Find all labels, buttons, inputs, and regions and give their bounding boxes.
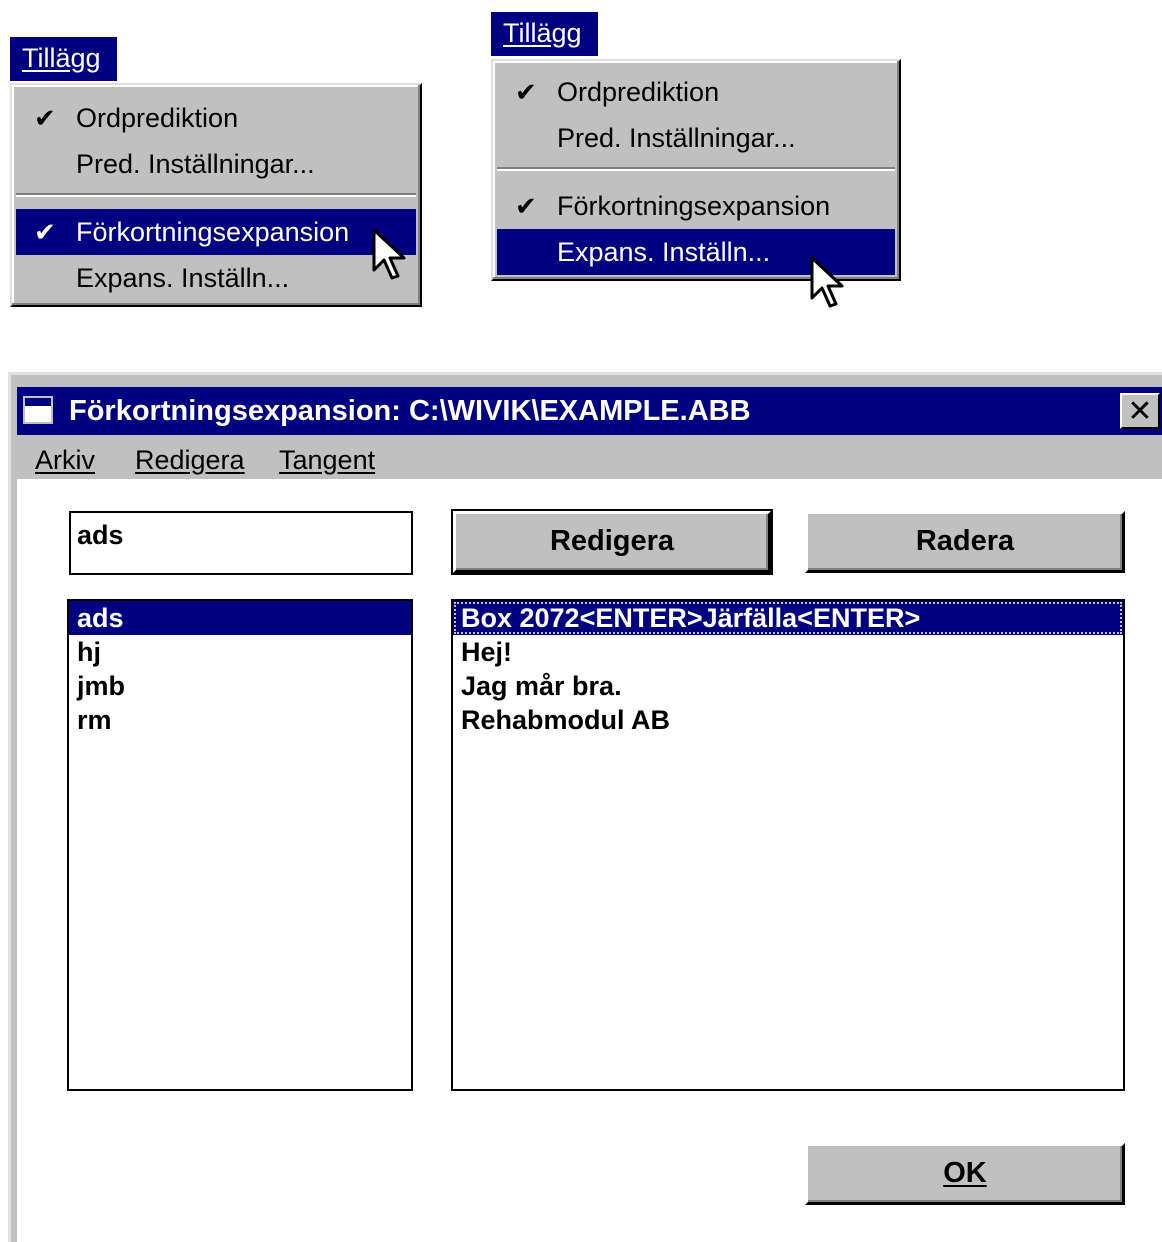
abbreviation-expansion-dialog: Förkortningsexpansion: C:\WIVIK\EXAMPLE.…	[8, 372, 1162, 1242]
list-item[interactable]: Box 2072<ENTER>Järfälla<ENTER>	[453, 601, 1123, 635]
delete-button-label: Radera	[915, 525, 1015, 557]
edit-button-label: Redigera	[549, 525, 675, 557]
checkmark-icon: ✔	[515, 191, 537, 221]
abbreviation-list[interactable]: ads hj jmb rm	[67, 599, 413, 1091]
list-item[interactable]: hj	[69, 635, 411, 669]
menu-item-label: Förkortningsexpansion	[76, 217, 350, 247]
menu-item-label: Pred. Inställningar...	[76, 149, 315, 179]
menu-header-accel: Tillägg	[503, 18, 582, 48]
list-item[interactable]: jmb	[69, 669, 411, 703]
menu-tangent[interactable]: Tangent	[279, 441, 375, 479]
list-item[interactable]: rm	[69, 703, 411, 737]
list-item[interactable]: Hej!	[453, 635, 1123, 669]
tillagg-menu-left: ✔ Ordprediktion Pred. Inställningar... ✔…	[10, 83, 422, 307]
menu-separator	[16, 193, 416, 197]
menu-separator	[497, 167, 895, 171]
mouse-pointer-icon	[810, 256, 844, 308]
window-title: Förkortningsexpansion: C:\WIVIK\EXAMPLE.…	[69, 395, 751, 427]
dialog-menubar: Arkiv Redigera Tangent	[11, 435, 1162, 485]
menu-item-label: Expans. Inställn...	[557, 237, 771, 267]
menu-header-tillagg-right[interactable]: Tillägg	[491, 12, 598, 56]
delete-button[interactable]: Radera	[805, 511, 1125, 573]
menu-header-accel: Tillägg	[22, 43, 101, 73]
menu-item-label: Ordprediktion	[557, 77, 720, 107]
menu-item-label: Förkortningsexpansion	[557, 191, 831, 221]
menu-item-forkortningsexpansion[interactable]: ✔ Förkortningsexpansion	[497, 183, 895, 229]
menu-item-ordprediktion[interactable]: ✔ Ordprediktion	[16, 95, 416, 141]
checkmark-icon: ✔	[34, 217, 56, 247]
title-bar[interactable]: Förkortningsexpansion: C:\WIVIK\EXAMPLE.…	[17, 387, 1162, 435]
checkmark-icon: ✔	[34, 103, 56, 133]
tillagg-menu-right: ✔ Ordprediktion Pred. Inställningar... ✔…	[491, 59, 901, 281]
menu-item-ordprediktion[interactable]: ✔ Ordprediktion	[497, 69, 895, 115]
ok-button[interactable]: OK	[805, 1143, 1125, 1205]
menu-item-expans-installn[interactable]: Expans. Inställn...	[16, 255, 416, 301]
edit-button[interactable]: Redigera	[451, 509, 773, 575]
abbreviation-input[interactable]: ads	[69, 511, 413, 575]
menu-item-label: Pred. Inställningar...	[557, 123, 796, 153]
expansion-list[interactable]: Box 2072<ENTER>Järfälla<ENTER> Hej! Jag …	[451, 599, 1125, 1091]
window-icon	[23, 396, 53, 424]
ok-button-label: OK	[943, 1157, 987, 1189]
menu-item-forkortningsexpansion[interactable]: ✔ Förkortningsexpansion	[16, 209, 416, 255]
menu-item-pred-installningar[interactable]: Pred. Inställningar...	[497, 115, 895, 161]
close-icon: ✕	[1127, 395, 1153, 428]
dialog-client-area: ads Redigera Radera ads hj jmb rm Box 20…	[17, 479, 1162, 1242]
menu-header-tillagg-left[interactable]: Tillägg	[10, 37, 117, 81]
list-item[interactable]: Rehabmodul AB	[453, 703, 1123, 737]
list-item[interactable]: ads	[69, 601, 411, 635]
menu-item-label: Expans. Inställn...	[76, 263, 290, 293]
mouse-pointer-icon	[372, 228, 406, 280]
close-button[interactable]: ✕	[1120, 393, 1160, 429]
checkmark-icon: ✔	[515, 77, 537, 107]
list-item[interactable]: Jag mår bra.	[453, 669, 1123, 703]
menu-redigera[interactable]: Redigera	[135, 441, 245, 479]
menu-item-pred-installningar[interactable]: Pred. Inställningar...	[16, 141, 416, 187]
menu-arkiv[interactable]: Arkiv	[35, 441, 95, 479]
menu-item-label: Ordprediktion	[76, 103, 239, 133]
